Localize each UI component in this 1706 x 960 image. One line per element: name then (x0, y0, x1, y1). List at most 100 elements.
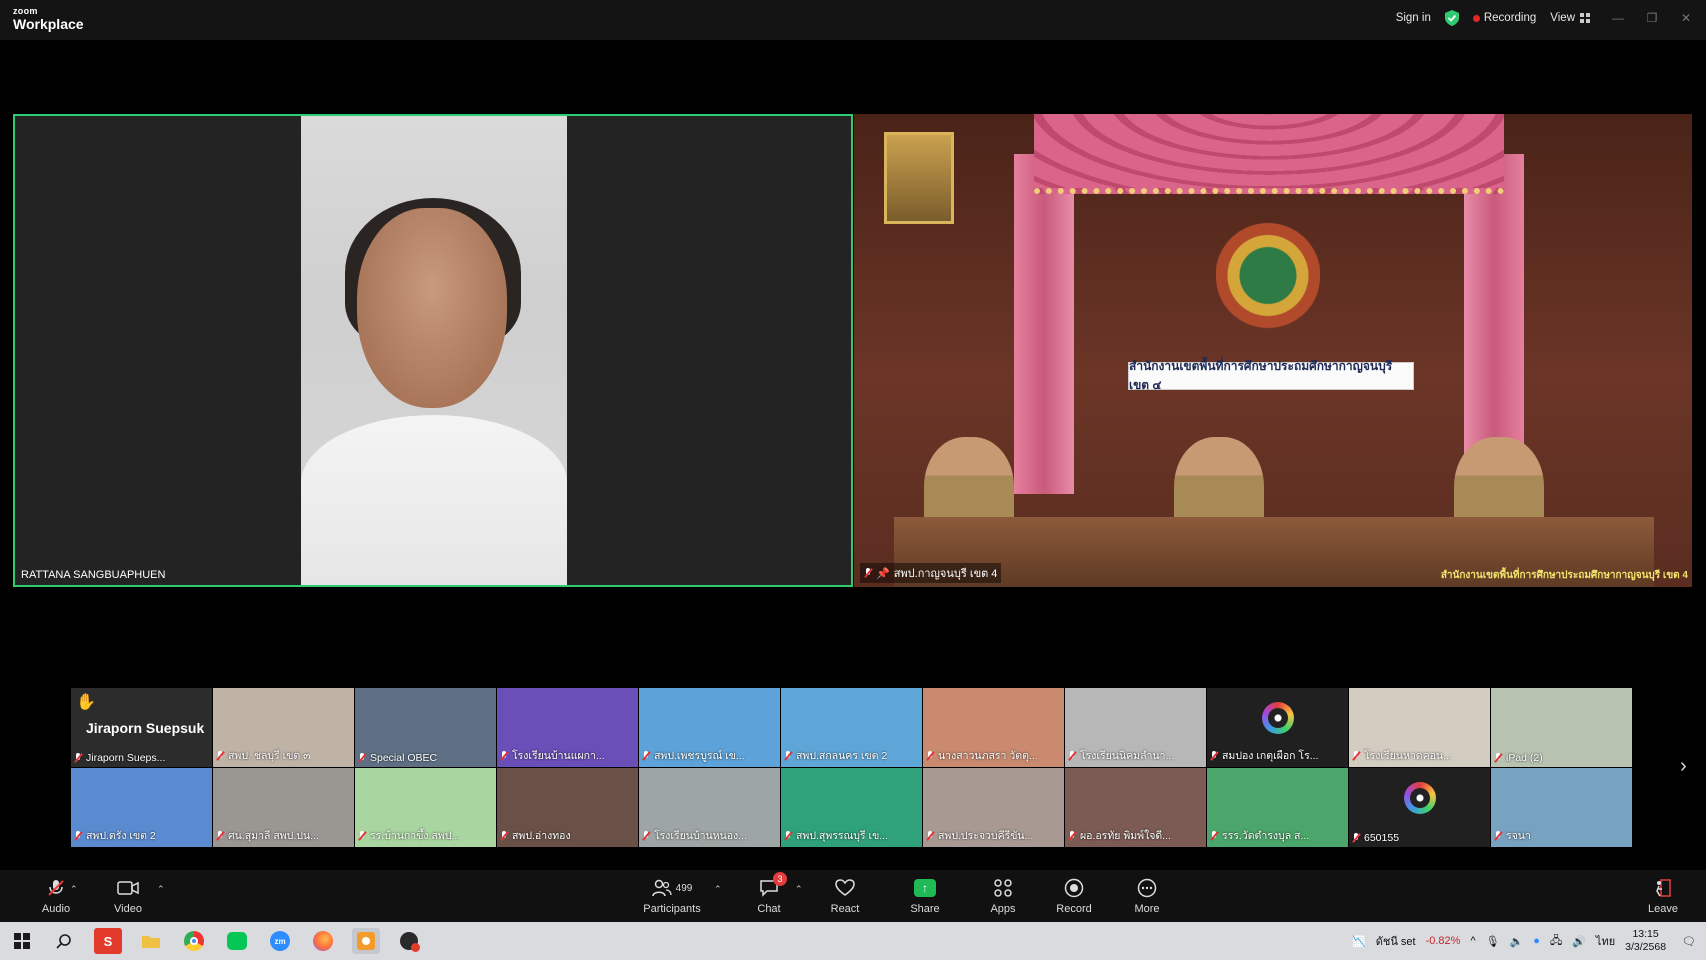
participant-tile[interactable]: รรร.วัดตำรงบุล ส... (1207, 768, 1348, 847)
participant-name-text: รจนา (1506, 830, 1531, 842)
pinned-speaker-tile[interactable]: สำนักงานเขตพื้นที่การศึกษาประถมศึกษากาญจ… (854, 114, 1692, 587)
audio-options-chevron-icon[interactable]: ⌃ (70, 884, 78, 895)
s-app-icon[interactable]: S (94, 928, 122, 954)
file-explorer-icon[interactable] (137, 928, 165, 954)
windows-taskbar: S zm 📉 ดัชนี set -0.82% ^ 🎙 🔈 ● 🖧 🔊 ไทย … (0, 922, 1706, 960)
sign-in-button[interactable]: Sign in (1396, 12, 1431, 24)
search-icon[interactable] (50, 928, 78, 954)
stock-change[interactable]: -0.82% (1426, 935, 1461, 947)
video-camera-icon (117, 881, 139, 895)
recording-indicator[interactable]: Recording (1472, 12, 1536, 24)
record-button[interactable]: Record (1052, 870, 1096, 922)
zoom-app-icon[interactable]: zm (266, 928, 294, 954)
line-app-icon[interactable] (223, 928, 251, 954)
participants-label: Participants (643, 903, 701, 915)
windows-start-icon[interactable] (8, 928, 36, 954)
participant-name-label: สพป.สกลนคร เขต 2 (784, 747, 887, 764)
participant-tile[interactable]: สพป.ประจวบคีรีขัน... (923, 768, 1064, 847)
muted-mic-icon (926, 750, 934, 761)
speaker-name-label: RATTANA SANGBUAPHUEN (21, 569, 166, 581)
video-button[interactable]: Video (102, 870, 154, 922)
participant-tile[interactable]: ✋ Jiraporn Suepsuk Jiraporn Sueps... (71, 688, 212, 767)
participants-options-chevron-icon[interactable]: ⌃ (714, 884, 722, 895)
participant-tile[interactable]: โรงเรียนหาดคอน... (1349, 688, 1490, 767)
participant-name-text: Jiraporn Sueps... (86, 752, 166, 764)
participant-name-label: โรงเรียนบ้านหนอง... (642, 827, 747, 844)
participant-name-label: สพป.สุพรรณบุรี เข... (784, 827, 888, 844)
zoom-logo: zoom Workplace (13, 7, 84, 32)
network-tray-icon[interactable]: 🖧 (1550, 932, 1562, 951)
clock-time: 13:15 (1632, 927, 1659, 940)
minimize-button[interactable]: — (1604, 11, 1632, 25)
participant-tile[interactable]: นางสาวนภสรา วัตตุ... (923, 688, 1064, 767)
active-speaker-tile[interactable]: RATTANA SANGBUAPHUEN (13, 114, 853, 587)
participant-tile[interactable]: ศน.สุมาลี สพป.ปน... (213, 768, 354, 847)
microphone-tray-icon[interactable]: 🎙 (1486, 935, 1500, 948)
participant-tile[interactable]: สพป.สกลนคร เขต 2 (781, 688, 922, 767)
speaker-tray-icon[interactable]: 🔈 (1510, 935, 1524, 948)
apps-button[interactable]: Apps (982, 870, 1024, 922)
firefox-icon[interactable] (309, 928, 337, 954)
maximize-button[interactable]: ❐ (1638, 11, 1666, 25)
participant-name-text: สพป.สกลนคร เขต 2 (796, 750, 888, 762)
participant-tile[interactable]: Special OBEC (355, 688, 496, 767)
participant-tile[interactable]: สพป.สุพรรณบุรี เข... (781, 768, 922, 847)
encryption-shield-icon[interactable] (1444, 10, 1459, 26)
chat-options-chevron-icon[interactable]: ⌃ (795, 884, 803, 895)
royal-portrait-image (884, 132, 954, 224)
media-app-icon[interactable] (352, 928, 380, 954)
participant-name-text: สพป.ประจวบคีรีขัน... (938, 830, 1034, 842)
participant-tile[interactable]: สพป. ชลบุรี เขต ๓ (213, 688, 354, 767)
stock-name[interactable]: ดัชนี set (1376, 932, 1416, 950)
muted-mic-icon (784, 750, 792, 761)
participants-button[interactable]: 499 Participants (638, 870, 706, 922)
speaker-name-label: 📌 สพป.กาญจนบุรี เขต 4 (860, 563, 1002, 583)
zoom-tray-icon[interactable]: ● (1533, 935, 1540, 947)
chat-button[interactable]: 3 Chat (748, 870, 790, 922)
muted-mic-icon (1068, 830, 1076, 841)
more-button[interactable]: More (1126, 870, 1168, 922)
clock[interactable]: 13:15 3/3/2568 (1625, 928, 1666, 954)
office-watermark-text: สำนักงานเขตพื้นที่การศึกษาประถมศึกษากาญจ… (1440, 570, 1688, 581)
obec-emblem (1216, 204, 1320, 334)
stock-chart-icon[interactable]: 📉 (1352, 935, 1366, 948)
participant-tile[interactable]: สมปอง เกตุเผือก โร... (1207, 688, 1348, 767)
participant-tile[interactable]: โรงเรียนบ้านหนอง... (639, 768, 780, 847)
language-indicator[interactable]: ไทย (1596, 932, 1615, 950)
participant-name-text: ศน.สุมาลี สพป.ปน... (228, 830, 319, 842)
audio-button[interactable]: Audio (30, 870, 82, 922)
muted-mic-icon (500, 750, 508, 761)
participant-tile[interactable]: โรงเรียนบ้านแผกา... (497, 688, 638, 767)
video-options-chevron-icon[interactable]: ⌃ (157, 884, 165, 895)
gallery-next-page-icon[interactable]: › (1680, 755, 1687, 778)
participant-tile[interactable]: iPad (2) (1491, 688, 1632, 767)
participants-count: 499 (675, 882, 693, 894)
close-window-button[interactable]: ✕ (1672, 11, 1700, 25)
participant-name-label: รร.บ้านกาขึ้ง สพป... (358, 827, 460, 844)
record-icon (1064, 878, 1084, 898)
participant-tile[interactable]: สพป.ตรัง เขต 2 (71, 768, 212, 847)
participant-name-label: นางสาวนภสรา วัตตุ... (926, 747, 1038, 764)
recorder-app-icon[interactable] (395, 928, 423, 954)
participant-tile[interactable]: ผอ.อรทัย พิมพ์ใจดี... (1065, 768, 1206, 847)
curtain-valance (1034, 114, 1504, 194)
participant-tile[interactable]: 650155 (1349, 768, 1490, 847)
react-label: React (830, 903, 860, 915)
participant-tile[interactable]: สพป.อ่างทอง (497, 768, 638, 847)
participant-tile[interactable]: รร.บ้านกาขึ้ง สพป... (355, 768, 496, 847)
participant-tile[interactable]: โรงเรียนนิคมลำนา... (1065, 688, 1206, 767)
view-button[interactable]: View (1550, 12, 1590, 24)
participant-name-text: สพป. ชลบุรี เขต ๓ (228, 750, 311, 762)
participant-tile[interactable]: รจนา (1491, 768, 1632, 847)
notification-icon[interactable]: 🗨 (1682, 935, 1696, 948)
apps-grid-icon (994, 879, 1012, 897)
participant-name-label: ผอ.อรทัย พิมพ์ใจดี... (1068, 827, 1171, 844)
tray-chevron-up-icon[interactable]: ^ (1470, 935, 1475, 947)
participant-tile[interactable]: สพป.เพชรบูรณ์ เข... (639, 688, 780, 767)
leave-button[interactable]: Leave (1642, 870, 1684, 922)
react-button[interactable]: React (824, 870, 866, 922)
volume-icon[interactable]: 🔊 (1572, 935, 1586, 948)
chrome-icon[interactable] (180, 928, 208, 954)
clock-date: 3/3/2568 (1625, 941, 1667, 953)
share-button[interactable]: ↑ Share (904, 870, 946, 922)
